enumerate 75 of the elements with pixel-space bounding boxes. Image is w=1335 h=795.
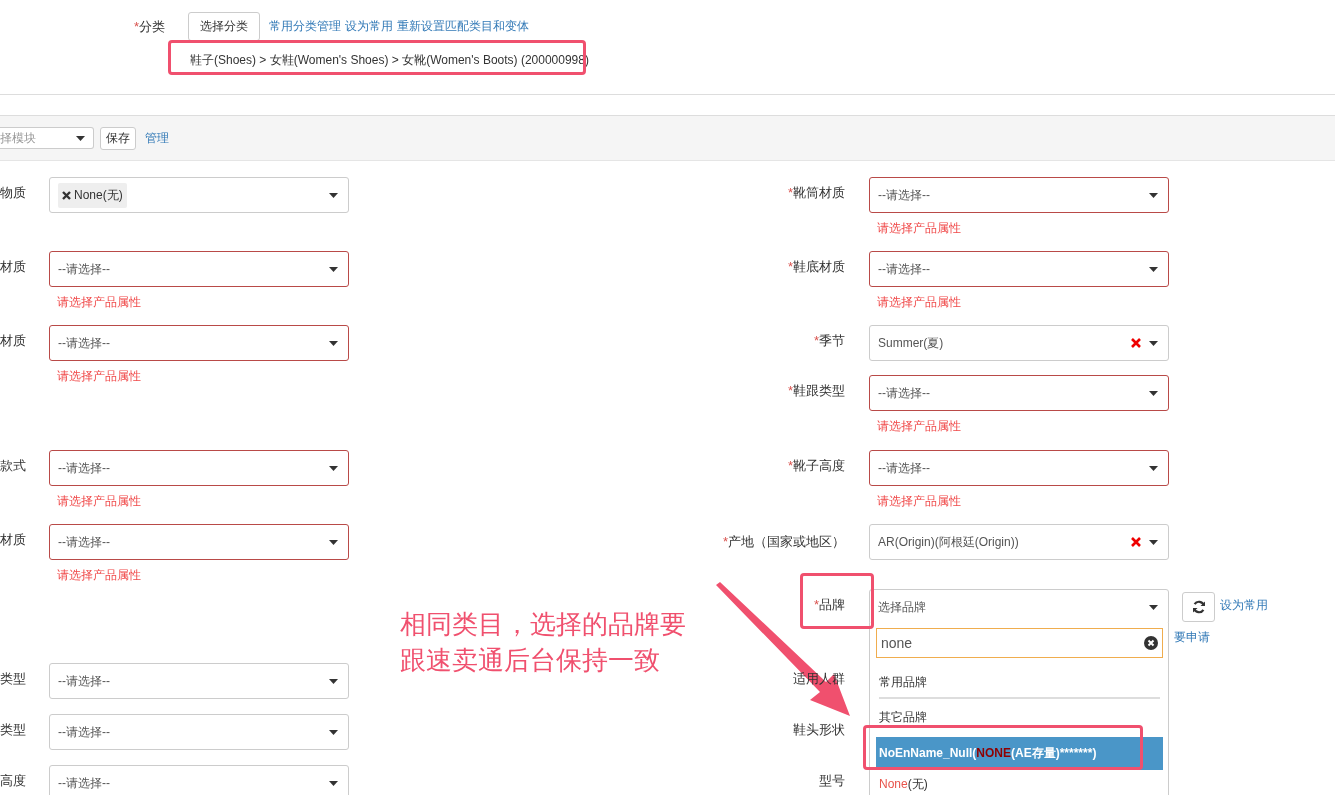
field-label: *鞋底材质 (786, 258, 845, 276)
field-label: 型号 (818, 772, 845, 790)
caret-icon (329, 192, 338, 198)
select-field[interactable]: --请选择-- (869, 375, 1169, 411)
field-label: *产地（国家或地区） (721, 533, 845, 551)
caret-icon (1149, 539, 1158, 545)
select-field[interactable]: --请选择-- (869, 177, 1169, 213)
field-label: 类型 (0, 721, 26, 739)
caret-icon (329, 465, 338, 471)
apply-link[interactable]: 要申请 (1174, 629, 1268, 646)
select-field[interactable]: --请选择-- (869, 450, 1169, 486)
manage-link[interactable]: 管理 (145, 129, 169, 147)
caret-icon (329, 678, 338, 684)
caret-icon (329, 266, 338, 272)
error-message: 请选择产品属性 (877, 294, 962, 311)
category-link[interactable]: 常用分类管理 (269, 18, 341, 35)
caret-icon (1149, 266, 1158, 272)
caret-icon (1149, 192, 1158, 198)
group-header: 常用品牌 (878, 674, 928, 691)
select-field[interactable]: --请选择-- (49, 714, 349, 750)
caret-icon (329, 539, 338, 545)
caret-icon (1149, 604, 1158, 610)
refresh-button[interactable] (1182, 592, 1215, 622)
caret-icon (329, 729, 338, 735)
error-message: 请选择产品属性 (877, 220, 962, 237)
error-message: 请选择产品属性 (57, 294, 142, 311)
field-label: *分类 (132, 17, 165, 36)
tag: None(无) (58, 182, 127, 208)
save-button[interactable]: 保存 (100, 126, 136, 150)
field-label: *鞋跟类型 (786, 382, 845, 400)
select-field[interactable]: --请选择-- (49, 251, 349, 287)
field-label: 类型 (0, 670, 26, 688)
select-field[interactable]: --请选择-- (869, 251, 1169, 287)
field-label: 鞋头形状 (792, 721, 845, 739)
refresh-icon (1191, 600, 1206, 614)
select-field[interactable]: --请选择-- (49, 450, 349, 486)
tag-select[interactable]: None(无) (49, 177, 349, 213)
error-message: 请选择产品属性 (57, 368, 142, 385)
caret-icon (1149, 390, 1158, 396)
clear-icon[interactable] (1144, 636, 1158, 650)
select-field[interactable]: AR(Origin)(阿根廷(Origin)) (869, 524, 1169, 560)
field-label: *品牌 (812, 596, 845, 614)
select-field[interactable]: --请选择-- (49, 524, 349, 560)
search-field[interactable]: none (876, 628, 1163, 658)
field-label: *靴筒材质 (786, 184, 845, 202)
category-link[interactable]: 设为常用 (345, 18, 393, 35)
field-label: 材质 (0, 531, 26, 549)
annotation-note: 相同类目，选择的品牌要 跟速卖通后台保持一致 (400, 608, 686, 677)
field-label: 材质 (0, 258, 26, 276)
caret-icon (329, 780, 338, 786)
group-header: 其它品牌 (878, 709, 928, 726)
error-message: 请选择产品属性 (877, 418, 962, 435)
caret-icon (329, 340, 338, 346)
field-label: *靴子高度 (786, 457, 845, 475)
field-label: 高度 (0, 772, 26, 790)
field-label: 物质 (0, 184, 26, 202)
caret-icon (1149, 465, 1158, 471)
error-message: 请选择产品属性 (57, 567, 142, 584)
dropdown-option[interactable]: None(无) (876, 770, 1163, 795)
caret-icon (1149, 340, 1158, 346)
select-field[interactable]: --请选择-- (49, 765, 349, 795)
field-label: *季节 (812, 332, 845, 350)
field-label: 款式 (0, 457, 26, 475)
category-link[interactable]: 重新设置匹配类目和变体 (397, 18, 529, 35)
remove-icon[interactable] (62, 190, 71, 200)
error-message: 请选择产品属性 (57, 493, 142, 510)
field-label: 材质 (0, 332, 26, 350)
select-field[interactable]: --请选择-- (49, 663, 349, 699)
select-field[interactable]: --请选择-- (49, 325, 349, 361)
select-field[interactable]: Summer(夏) (869, 325, 1169, 361)
set-common-link[interactable]: 设为常用 (1220, 597, 1268, 614)
brand-select[interactable]: 选择品牌 (869, 589, 1169, 625)
choose-category-button[interactable]: 选择分类 (188, 12, 260, 41)
caret-icon (76, 135, 85, 141)
error-message: 请选择产品属性 (877, 493, 962, 510)
